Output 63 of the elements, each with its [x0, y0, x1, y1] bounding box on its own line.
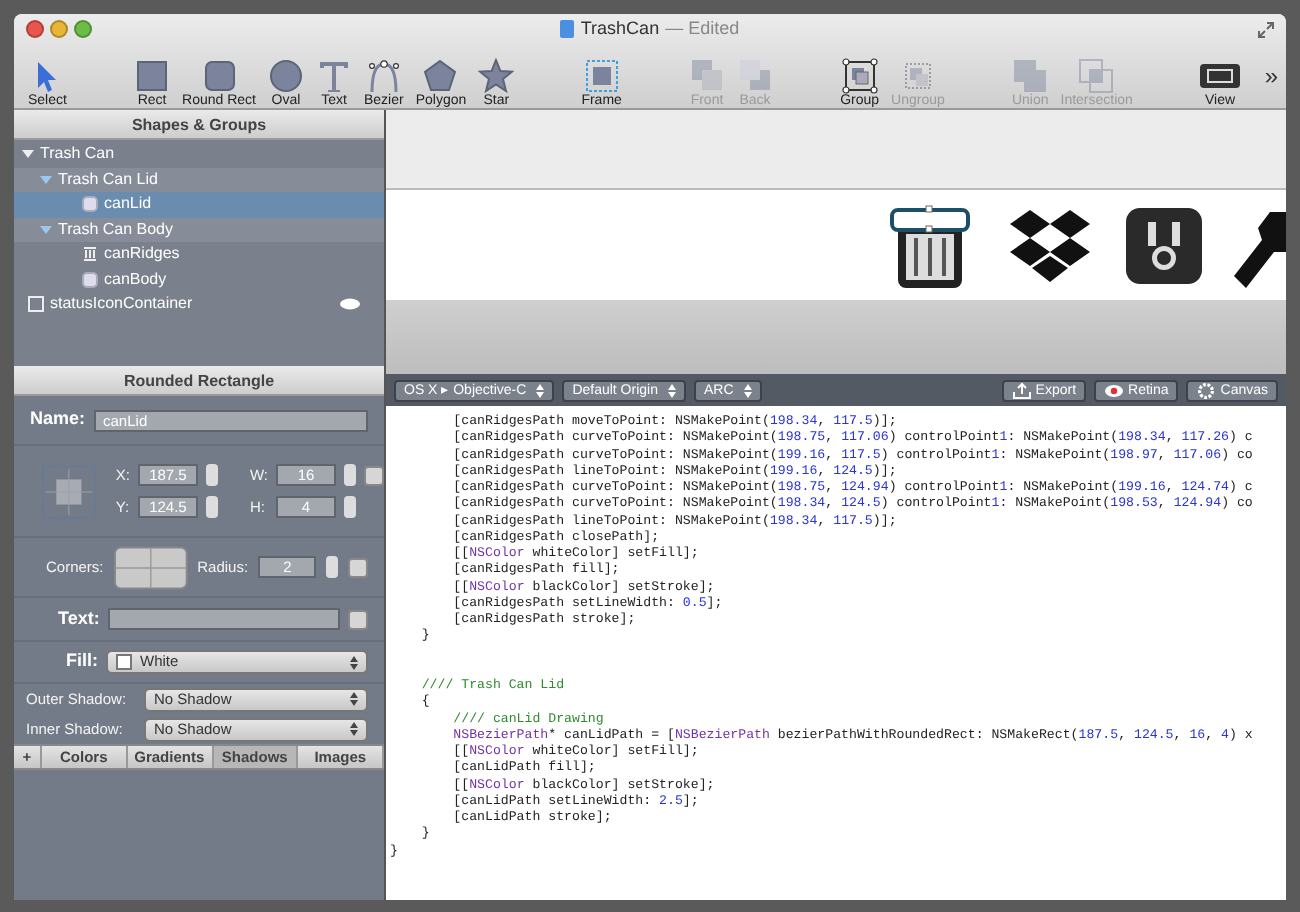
- text-label: Text:: [58, 605, 100, 632]
- panel-header: Rounded Rectangle: [14, 366, 384, 396]
- gear-icon: [1196, 381, 1217, 399]
- outlet-icon: [1126, 207, 1202, 283]
- panel-header: Shapes & Groups: [14, 110, 384, 140]
- group-icon: [841, 58, 878, 95]
- diamond-cluster-icon: [1006, 205, 1094, 285]
- layer-row[interactable]: canLid: [14, 192, 384, 217]
- updown-arrows-icon: [350, 655, 358, 669]
- updown-arrows-icon: [743, 383, 752, 397]
- minimize-button[interactable]: [50, 20, 68, 38]
- layer-row[interactable]: Trash Can Lid: [14, 167, 384, 192]
- intersection-icon: [1078, 58, 1115, 95]
- position-anchor-icon: [42, 461, 96, 521]
- updown-arrows-icon: [350, 722, 358, 736]
- document-icon: [560, 20, 575, 38]
- stepper[interactable]: [205, 464, 218, 487]
- bezier-curve-icon: [365, 58, 402, 95]
- eye-icon[interactable]: [340, 298, 360, 311]
- updown-arrows-icon: [350, 692, 358, 706]
- window-title: TrashCan: [580, 15, 660, 42]
- union-icon: [1012, 58, 1049, 95]
- rounded-rectangle-icon: [201, 58, 238, 95]
- edited-status: — Edited: [665, 15, 740, 42]
- frame-icon: [28, 296, 44, 313]
- ridges-icon: [82, 246, 98, 263]
- front-squares-icon: [689, 58, 725, 95]
- layer-row[interactable]: Trash Can: [14, 142, 384, 167]
- oval-icon: [268, 58, 304, 95]
- export-icon: [1011, 381, 1032, 399]
- rounded-rectangle-icon: [82, 271, 98, 288]
- toolbar-overflow-button[interactable]: »: [1264, 64, 1278, 88]
- variable-button[interactable]: [364, 465, 384, 486]
- rectangle-icon: [134, 58, 171, 95]
- text-field[interactable]: [107, 608, 340, 630]
- frame-icon: [583, 58, 620, 95]
- star-icon: [478, 58, 515, 95]
- ungroup-icon: [899, 58, 936, 95]
- pentagon-icon: [422, 58, 459, 95]
- layer-row[interactable]: Trash Can Body: [14, 217, 384, 242]
- stepper[interactable]: [344, 495, 356, 518]
- layer-row[interactable]: canBody: [14, 267, 384, 292]
- cursor-icon: [38, 61, 57, 92]
- back-squares-icon: [737, 58, 773, 95]
- updown-arrows-icon: [536, 383, 545, 397]
- close-button[interactable]: [26, 20, 44, 38]
- disclosure-triangle-icon[interactable]: [40, 223, 52, 236]
- layer-row[interactable]: statusIconContainer: [14, 292, 384, 317]
- rounded-rectangle-icon: [82, 196, 98, 213]
- corners-control[interactable]: [113, 545, 188, 589]
- text-tool-icon: [316, 58, 352, 95]
- stepper[interactable]: [344, 464, 356, 487]
- fill-label: Fill:: [66, 648, 98, 675]
- variable-button[interactable]: [348, 557, 368, 577]
- eye-icon: [1104, 381, 1125, 399]
- stepper[interactable]: [205, 495, 218, 518]
- fullscreen-icon[interactable]: [1258, 21, 1274, 37]
- updown-arrows-icon: [667, 383, 676, 397]
- stepper[interactable]: [326, 556, 339, 578]
- layer-row[interactable]: canRidges: [14, 242, 384, 267]
- zoom-button[interactable]: [74, 20, 92, 38]
- name-label: Name:: [30, 406, 86, 433]
- variable-button[interactable]: [348, 609, 368, 629]
